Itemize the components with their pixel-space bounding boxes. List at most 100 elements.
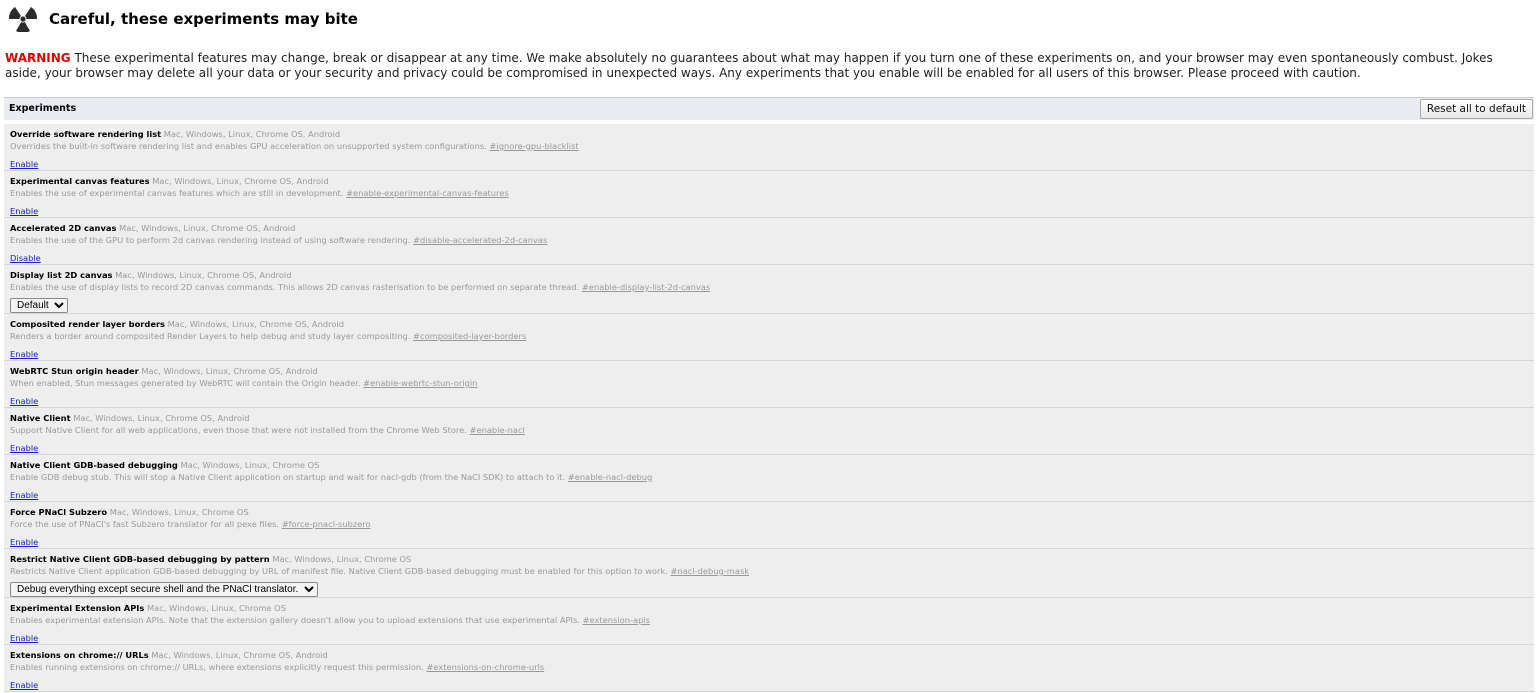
experiment-platforms: Mac, Windows, Linux, Chrome OS [180,460,320,470]
experiment-name: Composited render layer borders [10,319,165,329]
experiment-title-line: Experimental canvas features Mac, Window… [10,176,1534,187]
experiment-control-line: Enable [10,626,1534,645]
experiment-toggle-link[interactable]: Enable [10,348,38,360]
experiment-anchor-link[interactable]: #enable-nacl-debug [568,472,652,482]
warning-label: WARNING [5,51,71,65]
experiment-platforms: Mac, Windows, Linux, Chrome OS [146,603,286,613]
experiment-name: Experimental canvas features [10,176,150,186]
experiment-description-line: Enables the use of experimental canvas f… [10,187,1534,199]
experiment-item: Experimental canvas features Mac, Window… [4,171,1534,218]
experiment-anchor-link[interactable]: #extensions-on-chrome-urls [426,662,544,672]
experiment-item: Force PNaCl Subzero Mac, Windows, Linux,… [4,502,1534,549]
experiment-platforms: Mac, Windows, Linux, Chrome OS, Android [119,223,296,233]
experiment-description: Support Native Client for all web applic… [10,425,467,435]
experiment-control-line: Enable [10,342,1534,361]
experiment-platforms: Mac, Windows, Linux, Chrome OS [272,554,412,564]
experiment-item: Composited render layer borders Mac, Win… [4,314,1534,361]
experiment-name: Display list 2D canvas [10,270,113,280]
experiment-toggle-link[interactable]: Enable [10,489,38,501]
experiment-title-line: Override software rendering list Mac, Wi… [10,129,1534,140]
experiment-control-line: Enable [10,152,1534,171]
experiments-header: Experiments Reset all to default [4,97,1534,120]
experiment-description: Restricts Native Client application GDB-… [10,566,668,576]
experiment-title-line: Force PNaCl Subzero Mac, Windows, Linux,… [10,507,1534,518]
warning-message: WARNING These experimental features may … [5,51,1531,81]
experiment-toggle-link[interactable]: Enable [10,158,38,170]
experiment-toggle-link[interactable]: Disable [10,252,41,264]
experiment-platforms: Mac, Windows, Linux, Chrome OS, Android [167,319,344,329]
page-header: Careful, these experiments may bite [6,4,358,34]
page-title: Careful, these experiments may bite [49,10,358,28]
experiment-description-line: Force the use of PNaCl's fast Subzero tr… [10,518,1534,530]
experiment-name: Accelerated 2D canvas [10,223,117,233]
experiment-anchor-link[interactable]: #nacl-debug-mask [670,566,749,576]
experiment-item: Display list 2D canvas Mac, Windows, Lin… [4,265,1534,314]
experiment-description: When enabled, Stun messages generated by… [10,378,361,388]
experiment-toggle-link[interactable]: Enable [10,632,38,644]
experiment-name: Override software rendering list [10,129,162,139]
experiment-anchor-link[interactable]: #ignore-gpu-blacklist [489,141,578,151]
experiment-title-line: Restrict Native Client GDB-based debuggi… [10,554,1534,565]
experiment-title-line: Display list 2D canvas Mac, Windows, Lin… [10,270,1534,281]
experiment-select[interactable]: Default [10,298,68,313]
experiment-toggle-link[interactable]: Enable [10,205,38,217]
experiment-anchor-link[interactable]: #enable-nacl [470,425,525,435]
experiment-control-line: Enable [10,436,1534,455]
experiment-description: Enables the use of the GPU to perform 2d… [10,235,411,245]
experiment-item: Extensions on chrome:// URLs Mac, Window… [4,645,1534,692]
experiment-title-line: Extensions on chrome:// URLs Mac, Window… [10,650,1534,661]
experiment-description-line: Overrides the built-in software renderin… [10,140,1534,152]
experiment-item: Native Client Mac, Windows, Linux, Chrom… [4,408,1534,455]
experiment-platforms: Mac, Windows, Linux, Chrome OS, Android [151,650,328,660]
experiment-item: Experimental Extension APIs Mac, Windows… [4,598,1534,645]
experiment-toggle-link[interactable]: Enable [10,395,38,407]
experiment-anchor-link[interactable]: #enable-experimental-canvas-features [346,188,509,198]
experiment-platforms: Mac, Windows, Linux, Chrome OS [109,507,249,517]
experiment-item: Restrict Native Client GDB-based debuggi… [4,549,1534,598]
experiment-description: Enables experimental extension APIs. Not… [10,615,580,625]
experiment-control-line: Enable [10,199,1534,218]
experiment-description-line: Enables running extensions on chrome:// … [10,661,1534,673]
experiment-description-line: Renders a border around composited Rende… [10,330,1534,342]
experiment-toggle-link[interactable]: Enable [10,536,38,548]
experiment-toggle-link[interactable]: Enable [10,442,38,454]
experiment-description: Overrides the built-in software renderin… [10,141,487,151]
experiment-name: Native Client GDB-based debugging [10,460,178,470]
experiment-description-line: Enables experimental extension APIs. Not… [10,614,1534,626]
experiment-control-line: Enable [10,389,1534,408]
experiment-anchor-link[interactable]: #composited-layer-borders [413,331,526,341]
experiment-anchor-link[interactable]: #enable-webrtc-stun-origin [363,378,477,388]
experiment-select[interactable]: Debug everything except secure shell and… [10,582,318,597]
radiation-icon [6,6,40,32]
experiment-name: Experimental Extension APIs [10,603,145,613]
experiment-description-line: Restricts Native Client application GDB-… [10,565,1534,577]
experiment-name: Extensions on chrome:// URLs [10,650,149,660]
experiment-anchor-link[interactable]: #extension-apis [583,615,650,625]
experiment-anchor-link[interactable]: #enable-display-list-2d-canvas [582,282,710,292]
experiment-item: Native Client GDB-based debugging Mac, W… [4,455,1534,502]
experiment-description: Enables the use of display lists to reco… [10,282,580,292]
experiment-control-line: Enable [10,530,1534,549]
experiment-control-line: Enable [10,673,1534,692]
experiment-title-line: Native Client GDB-based debugging Mac, W… [10,460,1534,471]
experiment-name: Force PNaCl Subzero [10,507,108,517]
experiment-toggle-link[interactable]: Enable [10,679,38,691]
experiment-anchor-link[interactable]: #disable-accelerated-2d-canvas [413,235,547,245]
experiment-item: Accelerated 2D canvas Mac, Windows, Linu… [4,218,1534,265]
experiment-platforms: Mac, Windows, Linux, Chrome OS, Android [115,270,292,280]
experiment-title-line: Native Client Mac, Windows, Linux, Chrom… [10,413,1534,424]
experiment-description: Force the use of PNaCl's fast Subzero tr… [10,519,280,529]
experiment-platforms: Mac, Windows, Linux, Chrome OS, Android [163,129,341,139]
experiment-title-line: Composited render layer borders Mac, Win… [10,319,1534,330]
experiment-description-line: Support Native Client for all web applic… [10,424,1534,436]
experiment-description: Enable GDB debug stub. This will stop a … [10,472,566,482]
experiment-control-line: Disable [10,246,1534,265]
experiment-platforms: Mac, Windows, Linux, Chrome OS, Android [73,413,250,423]
experiment-title-line: Experimental Extension APIs Mac, Windows… [10,603,1534,614]
experiment-title-line: WebRTC Stun origin header Mac, Windows, … [10,366,1534,377]
experiment-anchor-link[interactable]: #force-pnacl-subzero [282,519,371,529]
experiment-control-line: Enable [10,483,1534,502]
experiment-item: WebRTC Stun origin header Mac, Windows, … [4,361,1534,408]
experiment-title-line: Accelerated 2D canvas Mac, Windows, Linu… [10,223,1534,234]
reset-all-button[interactable]: Reset all to default [1419,99,1533,119]
